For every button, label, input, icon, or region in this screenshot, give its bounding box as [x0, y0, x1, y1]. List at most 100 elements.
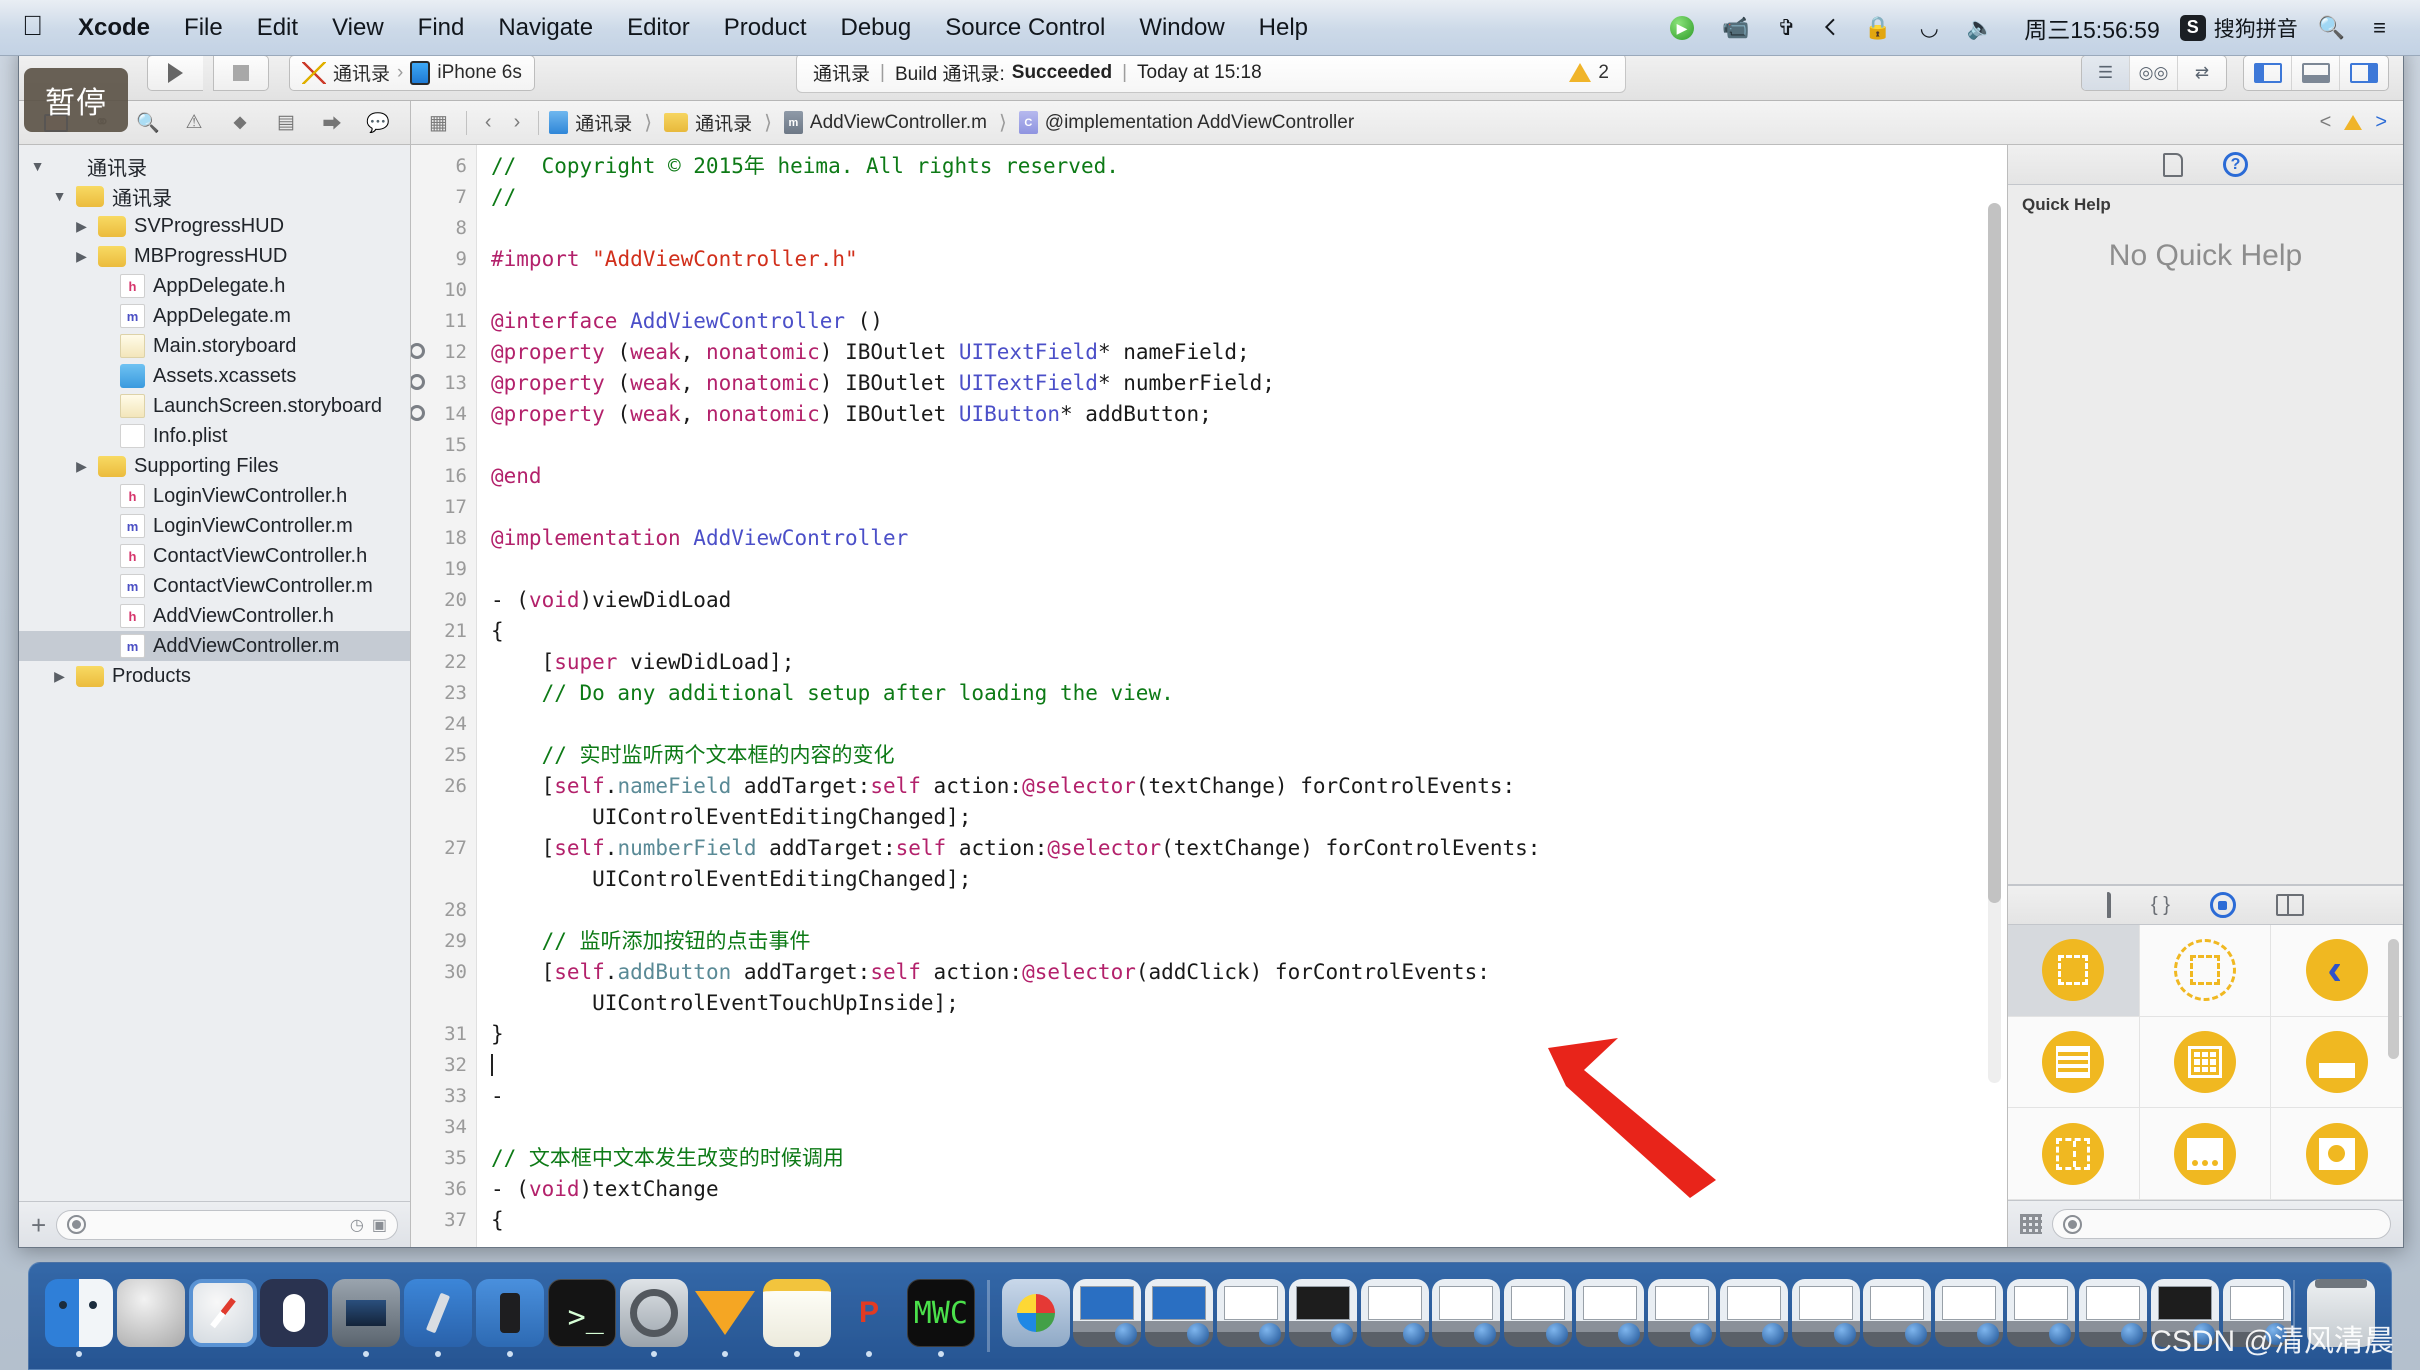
line-number[interactable]: 15 [411, 430, 476, 461]
apple-menu-icon[interactable]:  [16, 11, 61, 44]
line-number[interactable]: 17 [411, 492, 476, 523]
utilities-toggle-button[interactable] [2340, 56, 2388, 90]
menu-product[interactable]: Product [707, 12, 824, 44]
dock-minimized-window[interactable] [1143, 1275, 1215, 1357]
disclosure-triangle-open-icon[interactable]: ▼ [51, 188, 68, 204]
scrollbar-thumb[interactable] [1988, 203, 2001, 903]
line-number[interactable]: 37 [411, 1205, 476, 1236]
activity-status-view[interactable]: 通讯录 | Build 通讯录: Succeeded | Today at 15… [796, 52, 1626, 93]
disclosure-triangle-closed-icon[interactable]: ▶ [73, 218, 90, 235]
previous-issue-button[interactable]: < [2320, 111, 2332, 134]
line-number[interactable]: 29 [411, 926, 476, 957]
file-tree-row[interactable]: m LoginViewController.m [19, 511, 410, 541]
file-tree-row[interactable]: ▶ Supporting Files [19, 451, 410, 481]
breakpoint-icon[interactable] [411, 374, 425, 390]
file-tree-row[interactable]: ▼ 通讯录 [19, 151, 410, 181]
menu-debug[interactable]: Debug [824, 12, 929, 44]
dock-minimized-window[interactable] [1215, 1275, 1287, 1357]
dock-item-media-player[interactable] [1000, 1275, 1072, 1357]
next-issue-button[interactable]: > [2375, 111, 2387, 134]
dock-minimized-window[interactable] [1431, 1275, 1503, 1357]
standard-editor-button[interactable]: ☰ [2082, 55, 2130, 90]
line-number[interactable] [411, 864, 476, 895]
disclosure-triangle-closed-icon[interactable]: ▶ [73, 458, 90, 475]
related-files-icon[interactable]: ▦ [421, 110, 456, 135]
file-tree-row[interactable]: ▼ 通讯录 [19, 181, 410, 211]
dock-item-quicktime-player[interactable] [330, 1275, 402, 1357]
navigator-filter-input[interactable]: ◷ ▣ [56, 1209, 398, 1240]
file-inspector-tab[interactable] [2163, 152, 2183, 177]
file-template-library-tab[interactable] [2107, 891, 2112, 918]
dock-item-launchpad[interactable] [115, 1275, 187, 1357]
dock-item-terminal-alt[interactable]: MWC [905, 1275, 977, 1357]
forward-chevron-icon[interactable]: › [506, 111, 529, 134]
menu-window[interactable]: Window [1122, 12, 1241, 44]
dock-minimized-window[interactable] [1862, 1275, 1934, 1357]
line-number[interactable]: 7 [411, 182, 476, 213]
notification-center-icon[interactable]: ≡ [2359, 16, 2400, 39]
file-tree-row[interactable]: h AppDelegate.h [19, 271, 410, 301]
file-tree-row[interactable]: h LoginViewController.h [19, 481, 410, 511]
navigator-toggle-button[interactable] [2244, 55, 2292, 90]
object-library-item-view[interactable] [2008, 925, 2140, 1017]
breadcrumb-project[interactable]: 通讯录 [549, 109, 632, 136]
disclosure-triangle-closed-icon[interactable]: ▶ [73, 248, 90, 265]
sogou-ime-icon[interactable]: S [2179, 14, 2206, 41]
line-number[interactable]: 35 [411, 1143, 476, 1174]
file-tree-row[interactable]: ▶ SVProgressHUD [19, 211, 410, 241]
code-content[interactable]: // Copyright © 2015年 heima. All rights r… [477, 145, 2007, 1247]
wifi-icon[interactable]: ◡ [1906, 16, 1953, 39]
issue-navigator-tab[interactable]: ⚠ [171, 106, 217, 140]
file-tree-row[interactable]: m AddViewController.m [19, 631, 410, 661]
media-library-tab[interactable] [2275, 894, 2304, 916]
file-tree-row[interactable]: LaunchScreen.storyboard [19, 391, 410, 421]
dock-minimized-window[interactable] [2005, 1275, 2077, 1357]
disclosure-triangle-open-icon[interactable]: ▼ [29, 158, 46, 174]
view-toggle-segmented-control[interactable] [2243, 54, 2389, 91]
line-number[interactable]: 32 [411, 1050, 476, 1081]
line-number[interactable]: 23 [411, 678, 476, 709]
debug-navigator-tab[interactable]: ▤ [263, 106, 309, 140]
menu-edit[interactable]: Edit [240, 12, 315, 44]
line-number-gutter[interactable]: 6 7 8 9 10 11 12 13 14 15 16 17 18 19 20 21 22 23 24 25 26 27… [411, 145, 477, 1247]
menu-view[interactable]: View [315, 12, 401, 44]
dock-minimized-window[interactable] [1071, 1275, 1143, 1357]
menu-navigate[interactable]: Navigate [481, 12, 610, 44]
stop-button[interactable] [213, 54, 269, 91]
code-snippet-library-tab[interactable]: { } [2151, 894, 2170, 917]
grid-view-toggle-icon[interactable] [2020, 1214, 2042, 1234]
source-control-filter-icon[interactable]: ▣ [372, 1215, 387, 1235]
file-tree-row[interactable]: ▶ MBProgressHUD [19, 241, 410, 271]
file-tree-row[interactable]: h AddViewController.h [19, 601, 410, 631]
run-button[interactable] [147, 54, 203, 91]
line-number[interactable]: 20 [411, 585, 476, 616]
line-number[interactable]: 28 [411, 895, 476, 926]
dock-item-p-app[interactable]: P [833, 1275, 905, 1357]
find-navigator-tab[interactable]: 🔍 [125, 106, 171, 140]
object-library-search-input[interactable] [2052, 1209, 2391, 1239]
file-tree-row[interactable]: Assets.xcassets [19, 361, 410, 391]
line-number[interactable]: 36 [411, 1174, 476, 1205]
dock-minimized-window[interactable] [1574, 1275, 1646, 1357]
object-library-item-view-controller[interactable] [2139, 925, 2272, 1017]
file-tree-row[interactable]: h ContactViewController.h [19, 541, 410, 571]
line-number[interactable]: 14 [411, 399, 476, 430]
line-number[interactable]: 13 [411, 368, 476, 399]
object-library-item-table-view-controller[interactable] [2008, 1016, 2140, 1109]
assistant-editor-button[interactable]: ◎◎ [2130, 55, 2178, 90]
test-navigator-tab[interactable]: ⬥ [217, 106, 263, 140]
line-number[interactable]: 34 [411, 1112, 476, 1143]
object-library-item-tab-bar-controller[interactable] [2139, 1108, 2272, 1200]
breakpoint-icon[interactable] [411, 343, 425, 359]
menu-editor[interactable]: Editor [610, 12, 707, 44]
dock-minimized-window[interactable] [2077, 1275, 2149, 1357]
file-tree-row[interactable]: ▶ Products [19, 661, 410, 691]
object-library-scrollbar[interactable] [2388, 939, 2399, 1059]
breadcrumb-symbol[interactable]: C @implementation AddViewController [1018, 111, 1354, 134]
breadcrumb-folder[interactable]: 通讯录 [664, 109, 752, 136]
editor-mode-segmented-control[interactable]: ☰ ◎◎ ⇄ [2081, 54, 2227, 91]
line-number[interactable]: 24 [411, 709, 476, 740]
breakpoint-navigator-tab[interactable]: ⮕ [309, 106, 355, 140]
breakpoint-icon[interactable] [411, 405, 425, 421]
search-icon[interactable]: 🔍 [2304, 16, 2359, 39]
